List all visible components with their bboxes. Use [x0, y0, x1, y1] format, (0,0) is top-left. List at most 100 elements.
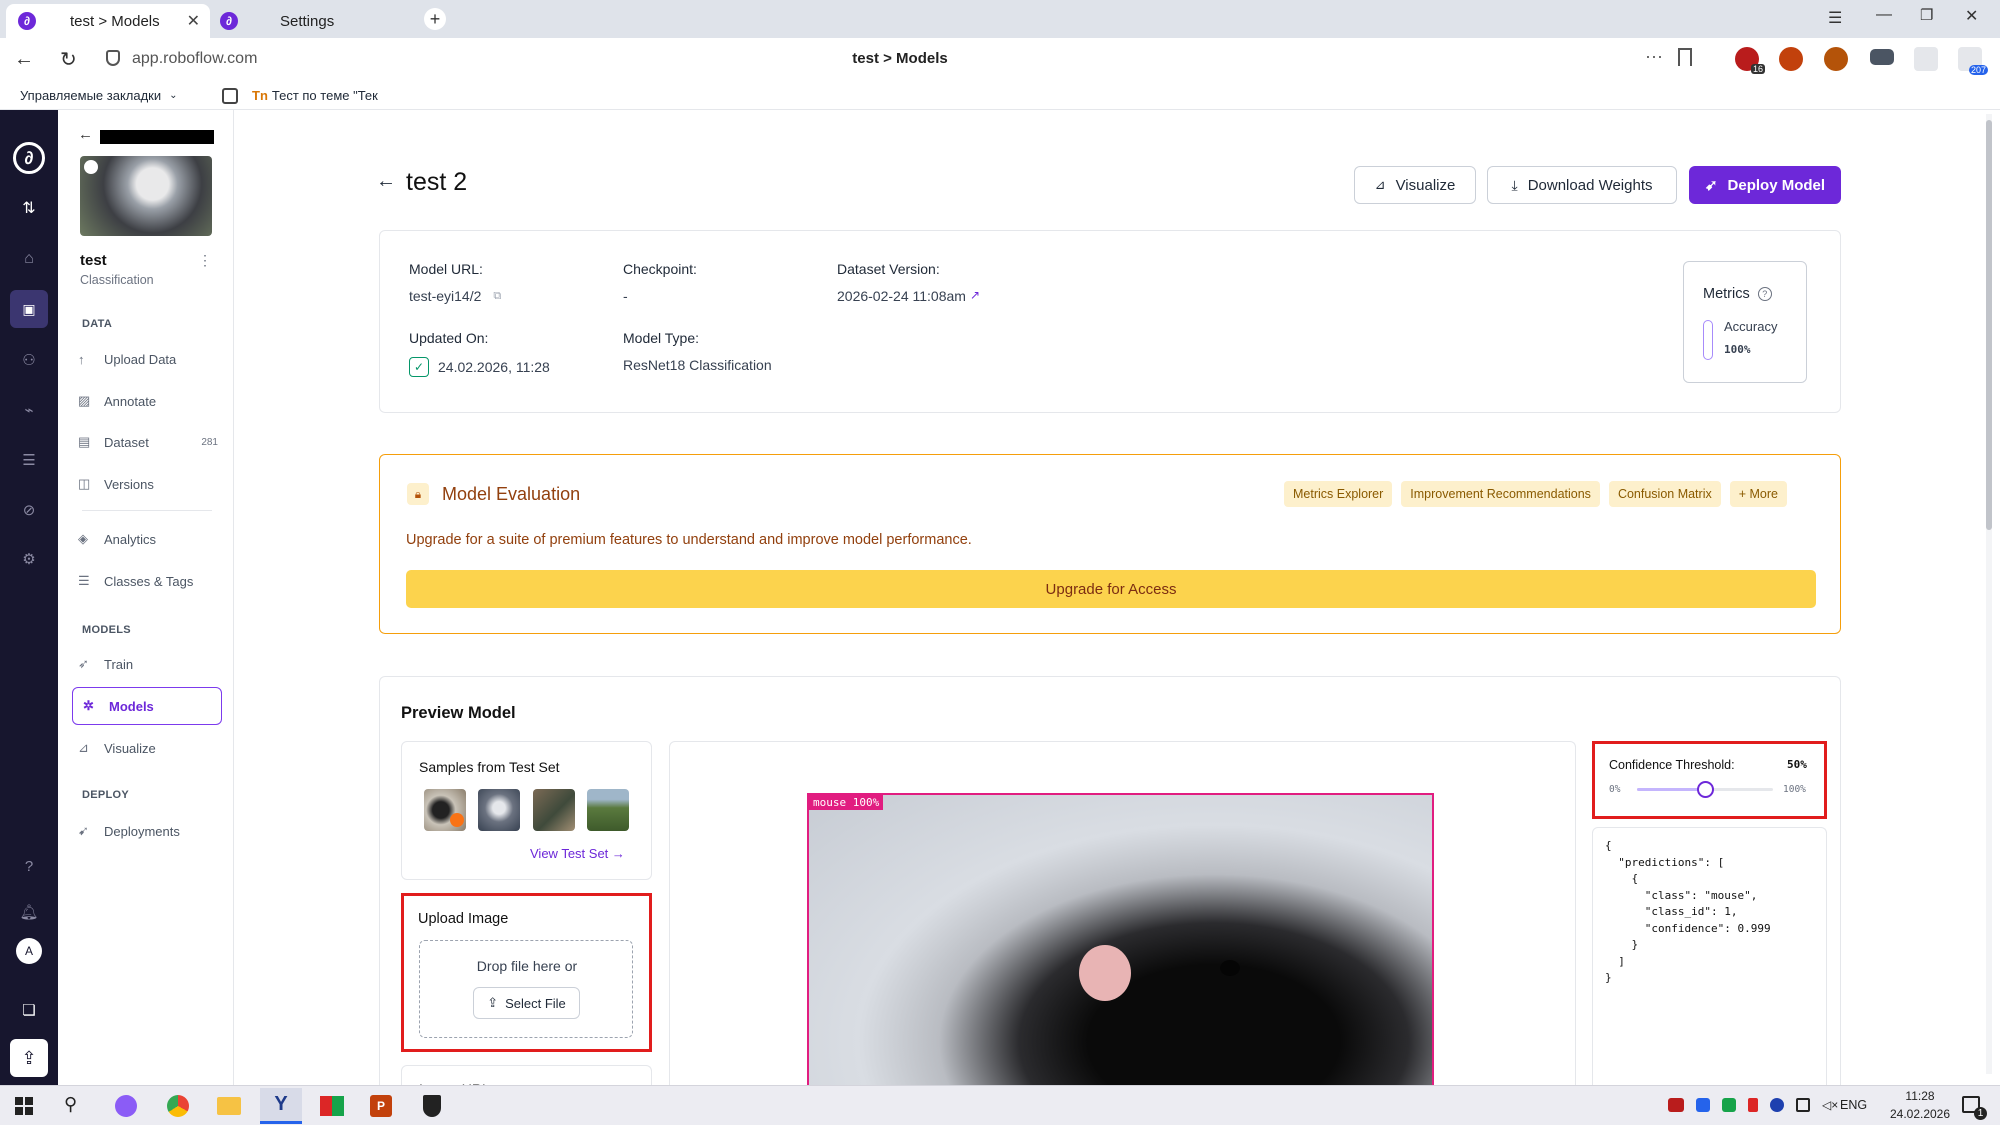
upgrade-for-access-button[interactable]: Upgrade for Access: [406, 570, 1816, 608]
managed-bookmarks-folder[interactable]: Управляемые закладки ⌄: [20, 88, 178, 103]
file-explorer-icon[interactable]: [217, 1097, 241, 1115]
bookmark-test[interactable]: Tn Тест по теме "Тек: [252, 88, 382, 103]
close-tab-icon[interactable]: ✕: [187, 11, 200, 31]
tray-icon[interactable]: [1696, 1098, 1710, 1112]
back-arrow-icon[interactable]: ←: [376, 170, 396, 193]
switch-workspace-icon[interactable]: ⇅: [17, 196, 41, 220]
app-icon[interactable]: [115, 1095, 137, 1117]
bell-icon[interactable]: 🔔︎: [17, 900, 41, 924]
sidebar-item-deployments[interactable]: ➹ Deployments: [78, 814, 228, 848]
model-info-card: Model URL: test-eyi14/2 ⧉ Checkpoint: - D…: [379, 230, 1841, 413]
sample-thumbnail[interactable]: [533, 789, 575, 831]
dropzone[interactable]: Drop file here or ⇪ Select File: [419, 940, 633, 1038]
page-scrollbar[interactable]: [1986, 114, 1992, 1074]
tab-settings[interactable]: ∂ Settings: [214, 4, 414, 38]
sidebar-item-models[interactable]: ✲ Models: [72, 687, 222, 725]
view-test-set-link[interactable]: View Test Set →: [530, 846, 625, 861]
sidebar-item-classes-tags[interactable]: ☰ Classes & Tags: [78, 564, 228, 598]
more-icon[interactable]: ···: [1645, 46, 1663, 67]
help-icon[interactable]: ?: [1757, 287, 1772, 301]
threshold-slider-thumb[interactable]: [1696, 781, 1714, 798]
sidebar-item-dataset[interactable]: ▤ Dataset 281: [78, 425, 228, 459]
powerpoint-icon[interactable]: P: [370, 1095, 392, 1117]
copy-icon[interactable]: ⧉: [493, 290, 501, 303]
project-sidebar: ← test Classification ⋮ DATA ↑ Upload Dat…: [58, 110, 234, 1085]
help-icon[interactable]: ?: [17, 854, 41, 878]
bookmark-site-icon[interactable]: [222, 88, 238, 104]
projects-icon[interactable]: ▣: [10, 290, 48, 328]
docs-icon[interactable]: ❏: [17, 998, 41, 1022]
chip-more[interactable]: + More: [1729, 481, 1787, 507]
deployments-icon[interactable]: ☰: [17, 448, 41, 472]
new-tab-icon[interactable]: +: [424, 8, 446, 30]
project-thumbnail[interactable]: [80, 156, 212, 236]
deploy-model-button[interactable]: ➹ Deploy Model: [1689, 166, 1841, 204]
accuracy-label: Accuracy: [1724, 319, 1778, 334]
upload-icon[interactable]: ⇪: [10, 1039, 48, 1077]
sidebar-item-visualize[interactable]: ⊿ Visualize: [78, 731, 228, 765]
network-icon[interactable]: [1796, 1098, 1810, 1112]
sidebar-item-annotate[interactable]: ▨ Annotate: [78, 384, 228, 418]
sidebar-item-upload-data[interactable]: ↑ Upload Data: [78, 342, 228, 376]
close-window-icon[interactable]: ✕: [1965, 6, 1978, 26]
notifications-icon[interactable]: 1: [1962, 1096, 1987, 1120]
extension-icon[interactable]: [1870, 49, 1894, 65]
sample-thumbnail[interactable]: [424, 789, 466, 831]
workflows-icon[interactable]: ⚇: [17, 348, 41, 372]
model-url[interactable]: test-eyi14/2 ⧉: [409, 288, 501, 304]
chip-metrics-explorer[interactable]: Metrics Explorer: [1284, 481, 1393, 507]
bookmark-icon[interactable]: [1678, 48, 1692, 66]
evaluation-description: Upgrade for a suite of premium features …: [406, 532, 972, 548]
volume-icon[interactable]: ◁×: [1822, 1098, 1838, 1112]
extension-icon[interactable]: 16: [1735, 47, 1765, 74]
restore-icon[interactable]: ❐: [1920, 6, 1933, 24]
chrome-icon[interactable]: [167, 1095, 189, 1117]
sidebar-item-analytics[interactable]: ◈ Analytics: [78, 522, 228, 556]
tray-icon[interactable]: [1748, 1098, 1758, 1112]
sidebar-item-train[interactable]: ➶ Train: [78, 647, 228, 681]
clock-time[interactable]: 11:28: [1885, 1089, 1955, 1103]
monitoring-icon[interactable]: ⌁: [17, 398, 41, 422]
visualize-button[interactable]: ⊿ Visualize: [1354, 166, 1476, 204]
section-title-models: MODELS: [82, 624, 131, 636]
home-icon[interactable]: ⌂: [17, 247, 41, 271]
sample-thumbnail[interactable]: [478, 789, 520, 831]
security-shield-icon[interactable]: [423, 1095, 441, 1117]
dataset-version-link[interactable]: 2026-02-24 11:08am ↗: [837, 288, 980, 304]
project-menu-icon[interactable]: ⋮: [198, 252, 212, 269]
tab-test-models[interactable]: ∂ test > Models ✕: [6, 4, 210, 38]
extension-icon[interactable]: [1779, 47, 1803, 71]
app-icon[interactable]: [320, 1096, 344, 1116]
roboflow-logo-icon[interactable]: ∂: [13, 142, 45, 174]
clock-date[interactable]: 24.02.2026: [1885, 1107, 1955, 1121]
back-arrow-icon[interactable]: ←: [78, 126, 93, 143]
scrollbar-thumb[interactable]: [1986, 120, 1992, 530]
extension-icon[interactable]: [1824, 47, 1848, 71]
chip-confusion-matrix[interactable]: Confusion Matrix: [1608, 481, 1721, 507]
downloads-icon[interactable]: 207: [1958, 47, 1988, 75]
settings-icon[interactable]: ⚙: [17, 547, 41, 571]
universe-icon[interactable]: ⊘: [17, 498, 41, 522]
minimize-icon[interactable]: —: [1876, 6, 1892, 24]
extension-icon[interactable]: [1914, 47, 1938, 71]
tray-icon[interactable]: [1722, 1098, 1736, 1112]
model-title: test 2: [406, 168, 468, 196]
download-weights-button[interactable]: ⤓ Download Weights: [1487, 166, 1677, 204]
language-indicator[interactable]: ENG: [1840, 1098, 1867, 1112]
lock-icon: 🔒︎: [407, 483, 429, 505]
menu-icon[interactable]: ☰: [1828, 8, 1842, 28]
model-url-label: Model URL:: [409, 261, 483, 277]
tray-icon[interactable]: [1668, 1098, 1684, 1112]
json-output[interactable]: { "predictions": [ { "class": "mouse", "…: [1605, 838, 1771, 987]
windows-start-icon[interactable]: [15, 1097, 33, 1115]
search-icon[interactable]: ⚲: [64, 1094, 77, 1115]
threshold-slider-track[interactable]: [1637, 781, 1773, 798]
prediction-image: mouse 100%: [807, 793, 1434, 1103]
tray-icon[interactable]: [1770, 1098, 1784, 1112]
yandex-browser-icon[interactable]: Y: [260, 1088, 302, 1124]
select-file-button[interactable]: ⇪ Select File: [473, 987, 580, 1019]
chip-improvement-recommendations[interactable]: Improvement Recommendations: [1401, 481, 1600, 507]
avatar[interactable]: A: [16, 938, 42, 964]
sidebar-item-versions[interactable]: ◫ Versions: [78, 467, 228, 501]
sample-thumbnail[interactable]: [587, 789, 629, 831]
